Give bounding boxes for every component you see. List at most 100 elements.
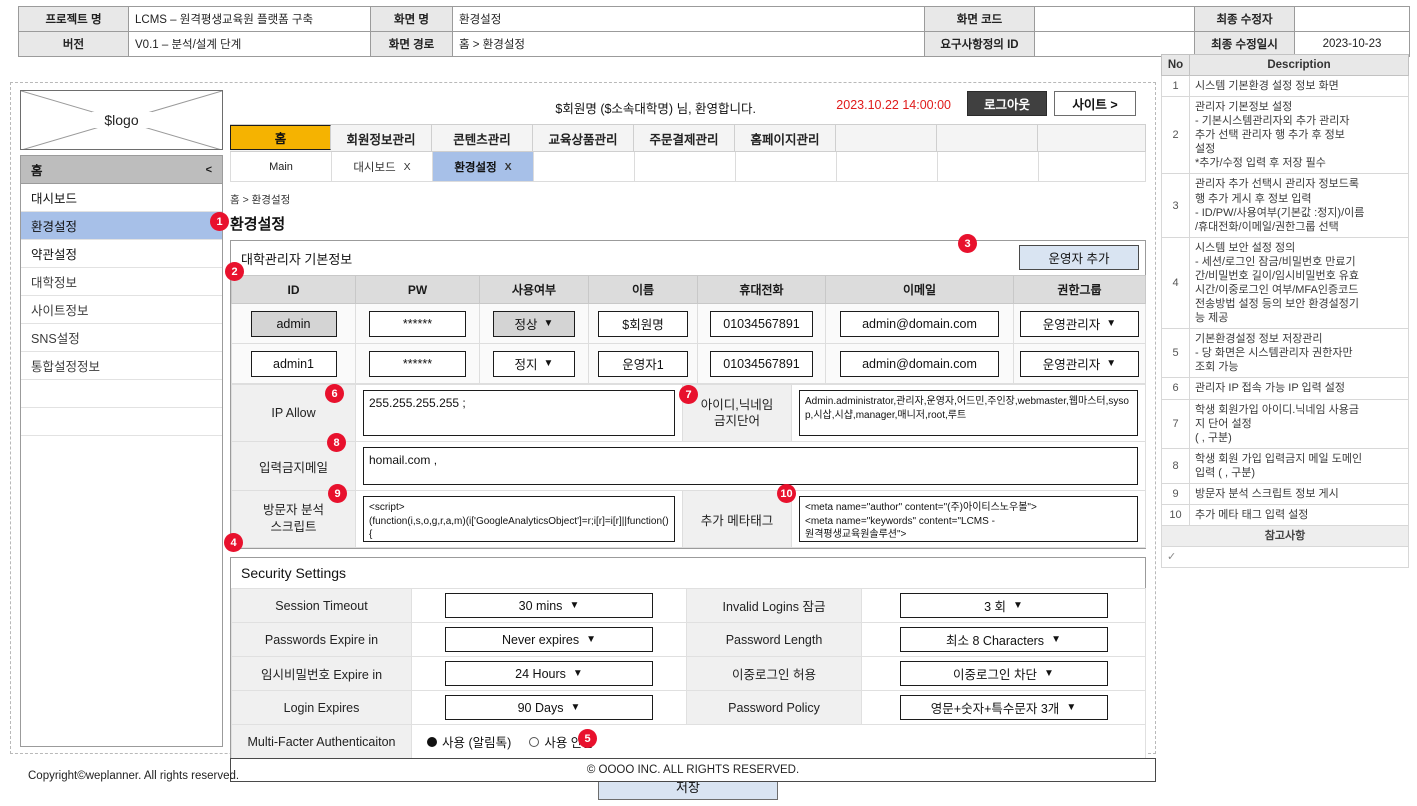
temp-password-expire-select[interactable]: 24 Hours ▼: [445, 661, 653, 686]
passwords-expire-select[interactable]: Never expires ▼: [445, 627, 653, 652]
mfa-radio-on[interactable]: 사용 (알림톡): [427, 732, 511, 751]
col-use-status: 사용여부: [479, 275, 589, 304]
sidebar-item-site-info[interactable]: 사이트정보: [21, 296, 222, 324]
id-field[interactable]: admin: [250, 310, 337, 337]
nav-item-education-product[interactable]: 교육상품관리: [533, 125, 634, 151]
temp-password-expire-cell: 24 Hours ▼: [411, 656, 687, 691]
col-id: ID: [231, 275, 356, 304]
sidebar-item-sns-settings[interactable]: SNS설정: [21, 324, 222, 352]
name-field[interactable]: $회원명: [598, 310, 688, 337]
use-status-select[interactable]: 정지 ▼: [493, 350, 575, 377]
tab-dashboard[interactable]: 대시보드 X: [332, 152, 433, 181]
cell-phone: 01034567891: [697, 303, 826, 344]
admin-card-title: 대학관리자 기본정보: [241, 251, 353, 267]
table-row: Login Expires 90 Days ▼ Password Policy 영…: [231, 690, 1146, 725]
table-row: 1 시스템 기본환경 설정 정보 화면: [1161, 74, 1409, 98]
cell-name: 운영자1: [588, 343, 698, 384]
tab-label: 대시보드: [353, 161, 396, 174]
use-status-select[interactable]: 정상 ▼: [493, 310, 575, 337]
permission-group-select[interactable]: 운영관리자 ▼: [1020, 350, 1139, 377]
logout-button[interactable]: 로그아웃: [967, 91, 1047, 116]
analytics-script-textarea[interactable]: <script> (function(i,s,o,g,r,a,m)(i['Goo…: [363, 496, 675, 542]
id-field[interactable]: admin1: [250, 350, 337, 377]
page-title: 환경설정: [230, 216, 286, 233]
callout-badge-9: 9: [328, 484, 347, 503]
chevron-down-icon: ▼: [570, 702, 581, 713]
description-note-row: 참고사항: [1161, 525, 1409, 548]
sidebar-item-university-info[interactable]: 대학정보: [21, 268, 222, 296]
nav-item-content[interactable]: 콘텐츠관리: [432, 125, 533, 151]
phone-field[interactable]: 01034567891: [710, 350, 813, 377]
session-timeout-label: Session Timeout: [231, 588, 412, 623]
mfa-radio-group: 사용 (알림톡) 사용 안함: [413, 732, 1144, 751]
invalid-logins-select[interactable]: 3 회 ▼: [899, 593, 1108, 618]
nav-item-home[interactable]: 홈: [230, 125, 331, 150]
close-icon[interactable]: X: [505, 161, 512, 173]
sidebar-item-dashboard[interactable]: 대시보드: [21, 184, 222, 212]
tab-empty: [938, 152, 1039, 181]
cell-pw: ******: [355, 343, 480, 384]
banned-words-textarea[interactable]: Admin.administrator,관리자,운영자,어드민,주인장,webm…: [799, 390, 1138, 436]
logo-placeholder: $logo: [20, 90, 223, 150]
tab-settings[interactable]: 환경설정 X: [433, 152, 534, 181]
banned-words-label: 아이디,닉네임 금지단어: [682, 384, 792, 442]
tab-empty: [736, 152, 837, 181]
breadcrumb: 홈 > 환경설정: [230, 194, 291, 206]
invalid-logins-label: Invalid Logins 잠금: [686, 588, 862, 623]
pw-field[interactable]: ******: [369, 350, 466, 377]
tab-empty: [837, 152, 938, 181]
pw-field[interactable]: ******: [369, 310, 466, 337]
cell-name: $회원명: [588, 303, 698, 344]
nav-item-homepage[interactable]: 홈페이지관리: [735, 125, 836, 151]
description-note-check: ✓: [1161, 546, 1409, 569]
sidebar-item-terms[interactable]: 약관설정: [21, 240, 222, 268]
password-length-select[interactable]: 최소 8 Characters ▼: [899, 627, 1108, 652]
description-note-label: 참고사항: [1161, 525, 1409, 548]
meta-label-screen-path: 화면 경로: [370, 31, 453, 57]
metatag-textarea[interactable]: <meta name="author" content="(주)아이티스노우볼"…: [799, 496, 1138, 542]
email-field[interactable]: admin@domain.com: [840, 350, 999, 377]
close-icon[interactable]: X: [404, 161, 411, 173]
password-policy-cell: 영문+숫자+특수문자 3개 ▼: [861, 690, 1146, 725]
sidebar-item-empty: [21, 408, 222, 436]
email-field[interactable]: admin@domain.com: [840, 310, 999, 337]
banned-mail-textarea[interactable]: homail.com ,: [363, 447, 1138, 485]
sidebar-item-label: 통합설정정보: [31, 360, 101, 374]
cell-group: 운영관리자 ▼: [1013, 303, 1146, 344]
dual-login-select[interactable]: 이중로그인 차단 ▼: [899, 661, 1108, 686]
session-timeout-select[interactable]: 30 mins ▼: [445, 593, 653, 618]
col-phone: 휴대전화: [697, 275, 826, 304]
desc-no: 3: [1161, 173, 1190, 238]
tab-main[interactable]: Main: [231, 152, 332, 181]
session-timeout-cell: 30 mins ▼: [411, 588, 687, 623]
sidebar-item-settings[interactable]: 환경설정: [21, 212, 222, 240]
chevron-down-icon: ▼: [569, 600, 580, 611]
cell-email: admin@domain.com: [825, 343, 1014, 384]
permission-group-select[interactable]: 운영관리자 ▼: [1020, 310, 1139, 337]
analytics-script-cell: <script> (function(i,s,o,g,r,a,m)(i['Goo…: [355, 490, 683, 548]
add-operator-button[interactable]: 운영자 추가: [1019, 245, 1139, 270]
table-row: Passwords Expire in Never expires ▼ Passw…: [231, 622, 1146, 657]
table-row: 4 시스템 보안 설정 정의 - 세션/로그인 잠금/비밀번호 만료기 간/비밀번…: [1161, 236, 1409, 330]
password-policy-select[interactable]: 영문+숫자+특수문자 3개 ▼: [899, 695, 1108, 720]
sidebar-item-label: 환경설정: [31, 220, 78, 234]
login-expires-select[interactable]: 90 Days ▼: [445, 695, 653, 720]
nav-item-member-info[interactable]: 회원정보관리: [331, 125, 432, 151]
table-row: Multi-Facter Authenticaiton 사용 (알림톡) 사용 …: [231, 724, 1146, 759]
site-link-button[interactable]: 사이트 >: [1054, 91, 1136, 116]
password-length-cell: 최소 8 Characters ▼: [861, 622, 1146, 657]
name-field[interactable]: 운영자1: [598, 350, 688, 377]
ip-allow-textarea[interactable]: 255.255.255.255 ;: [363, 390, 675, 436]
callout-badge-5: 5: [578, 729, 597, 748]
dual-login-cell: 이중로그인 차단 ▼: [861, 656, 1146, 691]
nav-item-order-payment[interactable]: 주문결제관리: [634, 125, 735, 151]
banned-words-cell: Admin.administrator,관리자,운영자,어드민,주인장,webm…: [791, 384, 1146, 442]
form-row-banned-mail: 입력금지메일 homail.com ,: [231, 441, 1146, 491]
sidebar-item-label: 대학정보: [31, 276, 78, 290]
cell-pw: ******: [355, 303, 480, 344]
copyright-text: Copyright©weplanner. All rights reserved…: [28, 770, 240, 782]
chevron-left-icon[interactable]: <: [206, 164, 212, 176]
phone-field[interactable]: 01034567891: [710, 310, 813, 337]
description-header-desc: Description: [1189, 54, 1409, 76]
sidebar-item-integrated-settings[interactable]: 통합설정정보: [21, 352, 222, 380]
